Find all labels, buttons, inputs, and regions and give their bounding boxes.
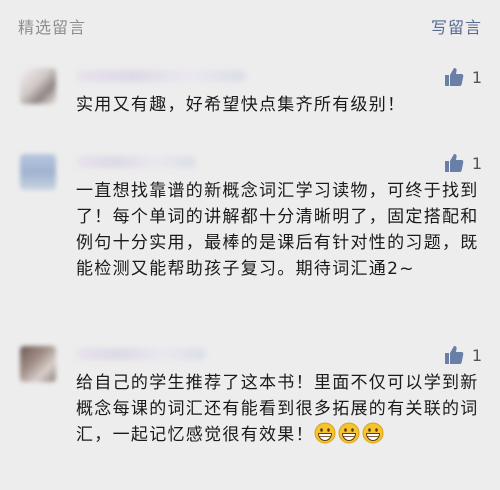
avatar[interactable] — [20, 68, 56, 104]
like-button[interactable]: 1 — [444, 66, 482, 88]
commenter-name — [76, 70, 246, 82]
grinning-face-icon — [362, 422, 384, 444]
like-count: 1 — [471, 67, 482, 87]
like-button[interactable]: 1 — [444, 152, 482, 174]
section-title: 精选留言 — [18, 18, 87, 37]
comment-text: 实用又有趣，好希望快点集齐所有级别！ — [76, 95, 406, 115]
comment-text: 一直想找靠谱的新概念词汇学习读物，可终于找到了！每个单词的讲解都十分清晰明了，固… — [76, 181, 479, 279]
like-count: 1 — [471, 345, 482, 365]
grinning-face-icon — [314, 422, 336, 444]
comment-text: 给自己的学生推荐了这本书！里面不仅可以学到新概念每课的词汇还有能看到很多拓展的有… — [76, 373, 479, 445]
like-count: 1 — [471, 153, 482, 173]
thumbs-up-icon[interactable] — [444, 67, 464, 87]
grinning-face-icon — [338, 422, 360, 444]
comment-body: 给自己的学生推荐了这本书！里面不仅可以学到新概念每课的词汇还有能看到很多拓展的有… — [76, 370, 480, 448]
commenter-name — [76, 348, 206, 360]
thumbs-up-icon[interactable] — [444, 153, 464, 173]
comment-item: 1 一直想找靠谱的新概念词汇学习读物，可终于找到了！每个单词的讲解都十分清晰明了… — [0, 154, 500, 314]
comment-item: 1 给自己的学生推荐了这本书！里面不仅可以学到新概念每课的词汇还有能看到很多拓展… — [0, 346, 500, 486]
commenter-name — [76, 156, 196, 168]
avatar[interactable] — [20, 346, 56, 382]
header: 精选留言 写留言 — [0, 0, 500, 52]
thumbs-up-icon[interactable] — [444, 345, 464, 365]
avatar[interactable] — [20, 154, 56, 190]
like-button[interactable]: 1 — [444, 344, 482, 366]
comment-item: 1 实用又有趣，好希望快点集齐所有级别！ — [0, 68, 500, 128]
write-comment-button[interactable]: 写留言 — [431, 14, 482, 38]
